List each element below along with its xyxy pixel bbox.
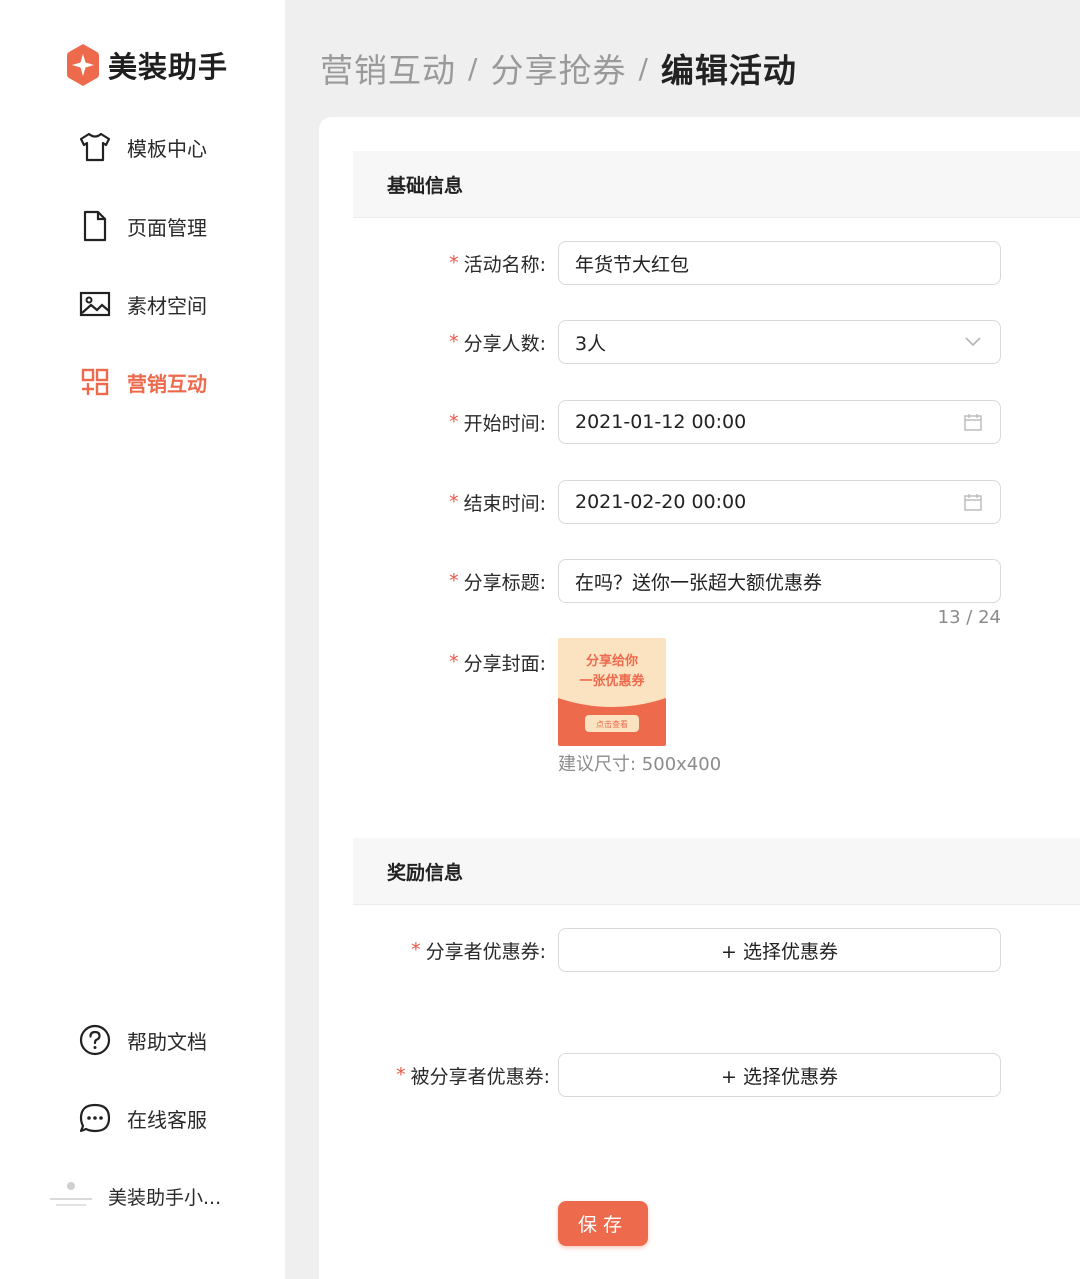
share-cover-image[interactable]: 分享给你 一张优惠券 点击查看 [558, 638, 666, 746]
help-icon [78, 1023, 112, 1057]
share-cover-label: * 分享封面: [449, 651, 546, 675]
edit-activity-card: 基础信息 * 活动名称: 年货节大红包 * 分享人数: 3人 * 开始时间: 2… [319, 117, 1080, 1279]
end-time-picker[interactable]: 2021-02-20 00:00 [558, 480, 1001, 524]
required-mark: * [449, 411, 459, 433]
calendar-icon [962, 491, 984, 513]
breadcrumb-item-marketing[interactable]: 营销互动 [320, 44, 456, 92]
brand-name: 美装助手 [108, 50, 229, 84]
sidebar-item-label: 素材空间 [127, 293, 207, 318]
sidebar-item-label: 模板中心 [127, 136, 207, 161]
activity-name-value: 年货节大红包 [575, 253, 690, 276]
sidebar-item-marketing[interactable]: 营销互动 [78, 362, 207, 402]
cover-text-line1: 分享给你 [586, 653, 638, 669]
share-cover-hint: 建议尺寸: 500x400 [558, 754, 722, 775]
share-count-value: 3人 [575, 332, 607, 355]
section-basic-info: 基础信息 [353, 151, 1080, 218]
sidebar-item-pages[interactable]: 页面管理 [78, 206, 207, 246]
breadcrumb-separator: / [638, 51, 649, 85]
sidebar-item-support[interactable]: 在线客服 [78, 1098, 207, 1138]
required-mark: * [396, 1064, 406, 1086]
cover-text-line2: 一张优惠券 [579, 673, 645, 689]
share-title-value: 在吗？送你一张超大额优惠券 [575, 571, 823, 594]
cover-button-text: 点击查看 [596, 719, 628, 729]
activity-name-input[interactable]: 年货节大红包 [558, 241, 1001, 285]
sidebar-item-label: 营销互动 [127, 371, 207, 396]
sidebar: 美装助手 模板中心 页面管理 素材空间 营销互动 帮助文档 在线客服 美装助手小… [0, 0, 285, 1279]
required-mark: * [449, 651, 459, 673]
end-time-value: 2021-02-20 00:00 [575, 491, 747, 513]
breadcrumb-separator: / [468, 51, 479, 85]
select-invitee-coupon-button[interactable]: + 选择优惠券 [558, 1053, 1001, 1097]
start-time-label: * 开始时间: [449, 411, 546, 435]
chevron-down-icon [962, 331, 984, 353]
tshirt-icon [78, 130, 112, 164]
brand-logo-icon [67, 44, 99, 86]
section-title: 奖励信息 [387, 861, 464, 884]
sidebar-item-label: 在线客服 [127, 1107, 207, 1132]
mini-app-entry[interactable]: 美装助手小... [46, 1176, 221, 1216]
required-mark: * [449, 331, 459, 353]
activity-name-label: * 活动名称: [449, 252, 546, 276]
share-title-label: * 分享标题: [449, 570, 546, 594]
required-mark: * [411, 939, 421, 961]
save-button[interactable]: 保存 [558, 1201, 648, 1246]
required-mark: * [449, 252, 459, 274]
mini-app-qr-icon [50, 1182, 92, 1206]
breadcrumb-item-current: 编辑活动 [660, 51, 797, 90]
breadcrumb-item-share-coupon[interactable]: 分享抢券 [490, 44, 626, 92]
calendar-icon [962, 411, 984, 433]
required-mark: * [449, 491, 459, 513]
sidebar-item-help[interactable]: 帮助文档 [78, 1020, 207, 1060]
select-sharer-coupon-button[interactable]: + 选择优惠券 [558, 928, 1001, 972]
section-reward-info: 奖励信息 [353, 838, 1080, 905]
brand[interactable]: 美装助手 [66, 42, 228, 88]
share-title-input[interactable]: 在吗？送你一张超大额优惠券 [558, 559, 1001, 603]
breadcrumb: 营销互动 / 分享抢券 / 编辑活动 [320, 44, 797, 92]
sidebar-item-materials[interactable]: 素材空间 [78, 284, 207, 324]
file-icon [78, 209, 112, 243]
share-title-counter: 13 / 24 [937, 607, 1001, 628]
share-count-select[interactable]: 3人 [558, 320, 1001, 364]
start-time-picker[interactable]: 2021-01-12 00:00 [558, 400, 1001, 444]
sharer-coupon-label: * 分享者优惠券: [411, 939, 546, 963]
sidebar-item-label: 页面管理 [127, 215, 207, 240]
chat-icon [78, 1101, 112, 1135]
end-time-label: * 结束时间: [449, 491, 546, 515]
start-time-value: 2021-01-12 00:00 [575, 411, 747, 433]
mini-app-label: 美装助手小... [108, 1186, 222, 1209]
grid-plus-icon [78, 365, 112, 399]
sidebar-item-templates[interactable]: 模板中心 [78, 127, 207, 167]
image-icon [78, 287, 112, 321]
share-count-label: * 分享人数: [449, 331, 546, 355]
invitee-coupon-label: * 被分享者优惠券: [396, 1064, 550, 1088]
section-title: 基础信息 [387, 174, 464, 197]
required-mark: * [449, 570, 459, 592]
sidebar-item-label: 帮助文档 [127, 1029, 207, 1054]
